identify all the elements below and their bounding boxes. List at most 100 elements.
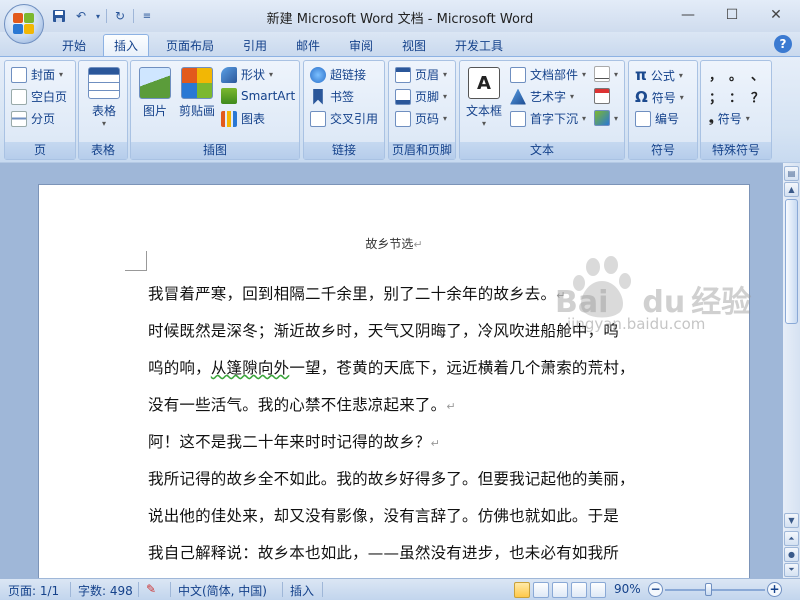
group-illustrations: 图片 剪贴画 形状 ▾ SmartArt 图表 插图 [130, 60, 300, 160]
doc-line-5[interactable]: 阿！这不是我二十年来时时记得的故乡？↵ [148, 430, 440, 452]
symbol-enumeration-comma[interactable]: 、 [751, 65, 764, 84]
doc-line-6[interactable]: 我所记得的故乡全不如此。我的故乡好得多了。但要我记起他的美丽， [148, 467, 635, 489]
symbol-period[interactable]: 。 [729, 65, 742, 84]
tab-view[interactable]: 视图 [392, 34, 436, 56]
wordart-button[interactable]: 艺术字 ▾ [510, 88, 574, 105]
blank-page-icon [11, 88, 27, 105]
document-page[interactable]: 故乡节选↵ 我冒着严寒，回到相隔二千余里，别了二十余年的故乡去。↵ 时候既然是深… [38, 184, 750, 578]
cover-page-button[interactable]: 封面 ▾ [11, 66, 63, 83]
vertical-scrollbar[interactable]: ▤ ▲ ▼ ⏶ ● ⏷ [782, 163, 800, 578]
symbol-question[interactable]: ？ [751, 87, 764, 106]
tab-references[interactable]: 引用 [233, 34, 277, 56]
chart-button[interactable]: 图表 [221, 110, 265, 127]
tab-page-layout[interactable]: 页面布局 [156, 34, 224, 56]
doc-line-8[interactable]: 我自己解释说：故乡本也如此，——虽然没有进步，也未必有如我所 [148, 541, 619, 563]
zoom-out-icon[interactable]: − [648, 582, 663, 597]
footer-icon [395, 88, 411, 105]
outline-view-button[interactable] [571, 582, 587, 598]
full-screen-reading-view-button[interactable] [533, 582, 549, 598]
signature-line-icon [594, 66, 610, 82]
tab-home[interactable]: 开始 [52, 34, 96, 56]
previous-page-icon[interactable]: ⏶ [784, 531, 799, 546]
picture-icon [139, 67, 171, 99]
status-language[interactable]: 中文(简体, 中国) [178, 582, 267, 599]
office-button[interactable] [4, 4, 44, 44]
status-insert-mode[interactable]: 插入 [290, 582, 314, 599]
hyperlink-button[interactable]: 超链接 [310, 66, 366, 83]
page-number-button[interactable]: 页码 ▾ [395, 110, 447, 127]
group-links-label: 链接 [304, 142, 384, 159]
footer-button[interactable]: 页脚 ▾ [395, 88, 447, 105]
symbol-button[interactable]: Ω 符号 ▾ [635, 88, 684, 106]
doc-line-2[interactable]: 时候既然是深冬；渐近故乡时，天气又阴晦了，冷风吹进船舱中，呜 [148, 319, 619, 341]
textbox-button[interactable]: A 文本框 ▾ [464, 67, 504, 128]
zoom-level[interactable]: 90% [614, 582, 641, 596]
header-button[interactable]: 页眉 ▾ [395, 66, 447, 83]
cross-reference-button[interactable]: 交叉引用 [310, 110, 378, 127]
page-number-icon [395, 110, 411, 127]
equation-button[interactable]: π 公式 ▾ [635, 66, 683, 84]
group-text-label: 文本 [460, 142, 624, 159]
select-browse-object-icon[interactable]: ● [784, 547, 799, 562]
zoom-slider-thumb[interactable] [705, 583, 712, 596]
minimize-button[interactable]: — [666, 0, 710, 30]
page-break-icon [11, 110, 27, 127]
shapes-button[interactable]: 形状 ▾ [221, 66, 273, 83]
tab-mailings[interactable]: 邮件 [286, 34, 330, 56]
status-bar: 页面: 1/1 字数: 498 ✎ 中文(简体, 中国) 插入 90% − + [0, 578, 800, 600]
doc-line-3[interactable]: 呜的响，从篷隙向外一望，苍黄的天底下，远近横着几个萧索的荒村， [148, 356, 635, 378]
wordart-icon [510, 88, 526, 105]
doc-line-7[interactable]: 说出他的佳处来，却又没有影像，没有言辞了。仿佛也就如此。于是 [148, 504, 619, 526]
page-break-button[interactable]: 分页 [11, 110, 55, 127]
signature-line-button[interactable]: ▾ [594, 66, 618, 82]
tab-review[interactable]: 审阅 [339, 34, 383, 56]
numbering-button[interactable]: 编号 [635, 110, 679, 127]
clipart-button[interactable]: 剪贴画 [177, 67, 217, 119]
smartart-button[interactable]: SmartArt [221, 88, 295, 104]
tab-insert[interactable]: 插入 [103, 34, 150, 56]
dropcap-button[interactable]: 首字下沉 ▾ [510, 110, 586, 127]
special-symbol-button[interactable]: ❟ 符号 ▾ [709, 110, 750, 127]
object-icon [594, 110, 610, 126]
quick-parts-button[interactable]: 文档部件 ▾ [510, 66, 586, 83]
maximize-button[interactable]: ☐ [710, 0, 754, 30]
tab-developer[interactable]: 开发工具 [445, 34, 513, 56]
draft-view-button[interactable] [590, 582, 606, 598]
symbol-colon[interactable]: ： [729, 87, 742, 106]
omega-icon: Ω [635, 88, 648, 106]
symbol-semicolon[interactable]: ； [709, 87, 722, 106]
picture-button[interactable]: 图片 [137, 67, 173, 119]
cover-page-icon [11, 66, 27, 83]
next-page-icon[interactable]: ⏷ [784, 563, 799, 577]
proofing-icon[interactable]: ✎ [146, 582, 156, 596]
quick-parts-icon [510, 66, 526, 83]
close-button[interactable]: ✕ [754, 0, 798, 30]
blank-page-button[interactable]: 空白页 [11, 88, 67, 105]
group-pages-label: 页 [5, 142, 75, 159]
page-header[interactable]: 故乡节选↵ [39, 235, 749, 252]
scroll-up-icon[interactable]: ▲ [784, 182, 799, 197]
doc-line-1[interactable]: 我冒着严寒，回到相隔二千余里，别了二十余年的故乡去。↵ [148, 282, 566, 304]
scroll-down-icon[interactable]: ▼ [784, 513, 799, 528]
ribbon-tabs: 开始 插入 页面布局 引用 邮件 审阅 视图 开发工具 [0, 32, 800, 56]
group-pages: 封面 ▾ 空白页 分页 页 [4, 60, 76, 160]
doc-line-4[interactable]: 没有一些活气。我的心禁不住悲凉起来了。↵ [148, 393, 456, 415]
margin-corner-mark [125, 251, 147, 271]
clipart-icon [181, 67, 213, 99]
date-time-button[interactable] [594, 88, 610, 104]
print-layout-view-button[interactable] [514, 582, 530, 598]
scroll-thumb[interactable] [785, 199, 798, 324]
help-icon[interactable]: ? [774, 35, 792, 53]
shapes-icon [221, 66, 237, 83]
symbol-comma[interactable]: ， [709, 65, 722, 84]
zoom-slider[interactable] [665, 589, 765, 591]
bookmark-button[interactable]: 书签 [310, 88, 354, 105]
web-layout-view-button[interactable] [552, 582, 568, 598]
table-button[interactable]: 表格 ▾ [86, 67, 122, 128]
insert-object-button[interactable]: ▾ [594, 110, 618, 126]
status-page[interactable]: 页面: 1/1 [8, 582, 59, 599]
status-word-count[interactable]: 字数: 498 [78, 582, 133, 599]
ruler-toggle-icon[interactable]: ▤ [784, 166, 799, 181]
grammar-underline[interactable]: 从篷隙向外 [211, 359, 290, 377]
zoom-in-icon[interactable]: + [767, 582, 782, 597]
